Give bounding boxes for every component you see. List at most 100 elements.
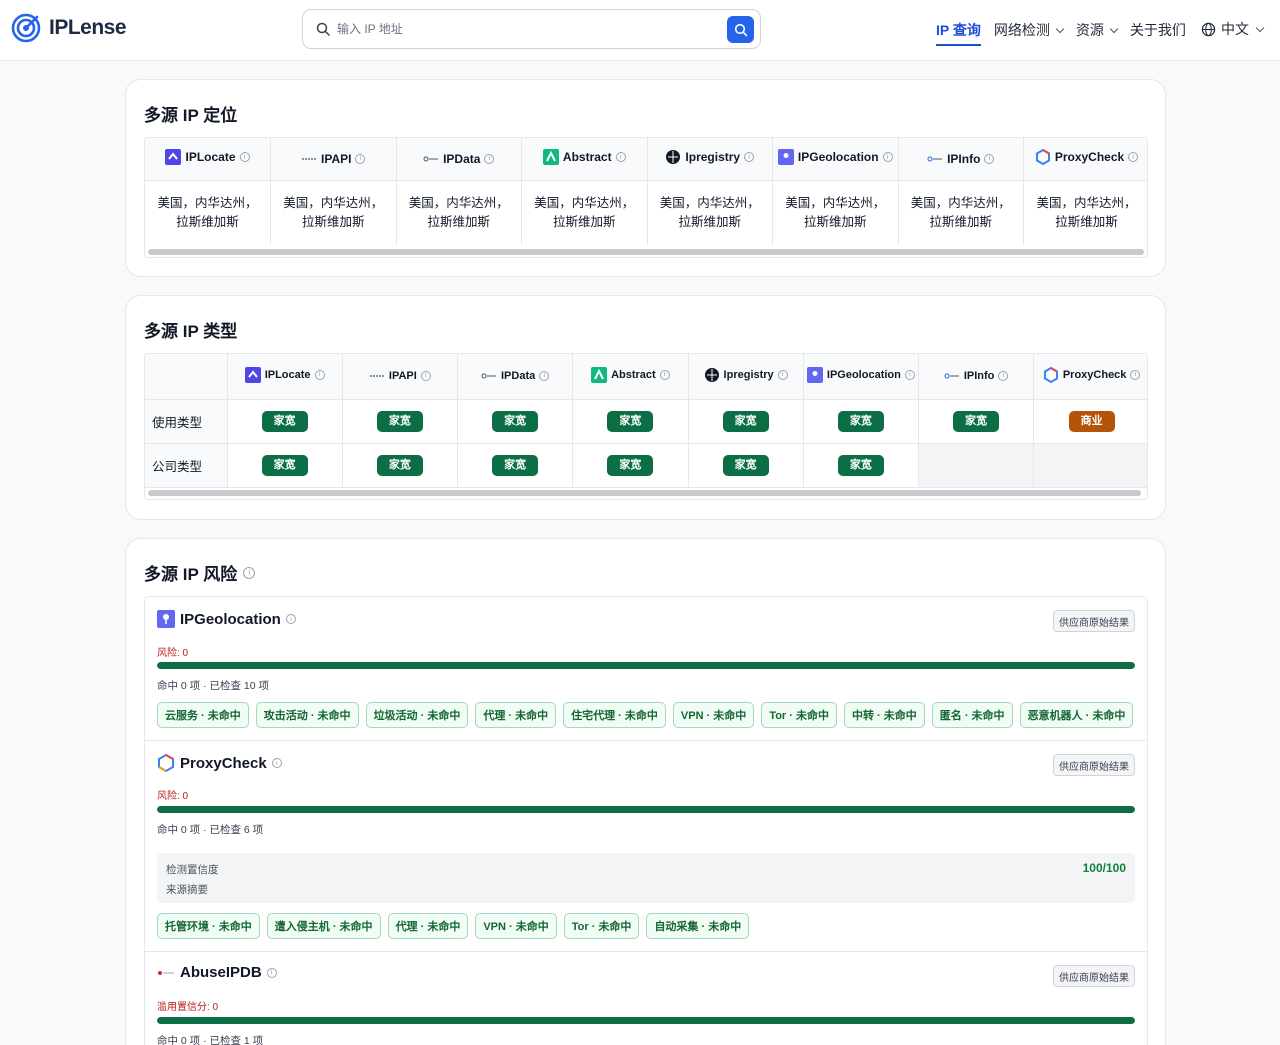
info-icon[interactable]: i (271, 758, 282, 768)
nav-resources[interactable]: 资源 (1076, 0, 1119, 60)
ipapi-logo-icon (301, 155, 317, 163)
nav-network-detection[interactable]: 网络检测 (994, 0, 1065, 60)
info-icon[interactable]: i (243, 566, 256, 579)
type-badge: 家宽 (376, 410, 423, 432)
nav-ip-lookup[interactable]: IP 查询 (936, 0, 981, 60)
abstract-logo-icon (542, 149, 559, 166)
check-chip: 托管环境 · 未命中 (157, 913, 260, 939)
provider-header: Ipregistry i (647, 138, 773, 181)
horizontal-scrollbar[interactable] (148, 490, 1141, 496)
provider-name: IPInfo (963, 369, 995, 382)
type-cell: 家宽 (227, 399, 343, 444)
location-cell: 美国，内华达州，拉斯维加斯 (772, 180, 899, 245)
type-cell: 家宽 (457, 399, 574, 444)
info-icon[interactable]: i (484, 153, 495, 164)
logo[interactable]: IPLense (11, 13, 127, 43)
language-switcher[interactable]: 中文 (1201, 19, 1265, 39)
type-badge: 家宽 (837, 454, 884, 476)
provider-label: Abstract i (591, 366, 670, 383)
risk-provider: AbuseIPDB i (157, 964, 277, 981)
type-cell: 家宽 (457, 443, 574, 488)
row-label: 使用类型 (145, 399, 228, 444)
info-icon[interactable]: i (744, 152, 755, 163)
type-cell: 家宽 (342, 443, 459, 488)
provider-name: ProxyCheck (180, 754, 267, 772)
provider-header: ProxyCheck i (1023, 138, 1147, 181)
info-icon[interactable]: i (239, 152, 250, 163)
section-title: 多源 IP 定位 (144, 106, 238, 125)
info-icon[interactable]: i (615, 152, 626, 163)
risk-bar (157, 662, 1135, 669)
info-icon[interactable]: i (882, 152, 893, 163)
info-icon[interactable]: i (777, 369, 788, 380)
type-badge: 家宽 (722, 454, 769, 476)
location-cell: 美国，内华达州，拉斯维加斯 (145, 180, 271, 245)
raw-results-button[interactable]: 供应商原始结果 (1053, 965, 1135, 987)
provider-header: IPAPI i (342, 354, 459, 400)
horizontal-scrollbar[interactable] (148, 249, 1144, 255)
risk-score: 风险: 0 (157, 791, 189, 802)
risk-bar (157, 1017, 1135, 1024)
type-badge: 家宽 (261, 410, 308, 432)
check-chip: 垃圾活动 · 未命中 (365, 702, 469, 728)
provider-label: IPInfo i (927, 152, 995, 166)
info-icon[interactable]: i (659, 369, 670, 380)
ipdata-logo-icon (423, 155, 439, 163)
provider-name: IPGeolocation (797, 150, 879, 165)
check-chip: 遭入侵主机 · 未命中 (266, 913, 381, 939)
nav-label: IP 查询 (936, 22, 981, 38)
check-chip: Tor · 未命中 (563, 913, 640, 939)
confidence-value: 100/100 (1082, 861, 1126, 875)
info-icon[interactable]: i (1128, 152, 1139, 163)
info-icon[interactable]: i (1130, 369, 1141, 380)
type-badge: 商业 (1068, 410, 1115, 432)
info-icon[interactable]: i (285, 614, 296, 624)
provider-header: IPData i (396, 138, 522, 181)
provider-name: Ipregistry (723, 368, 774, 381)
risk-item: ProxyCheck i 供应商原始结果 风险: 0 命中 0 项 · 已检查 … (145, 741, 1147, 952)
search-bar (302, 9, 761, 49)
nav-about-us[interactable]: 关于我们 (1130, 0, 1186, 60)
provider-label: Ipregistry i (704, 367, 788, 383)
info-icon[interactable]: i (314, 369, 325, 380)
risk-score: 滥用置信分: 0 (157, 1002, 219, 1013)
info-icon[interactable]: i (904, 369, 915, 380)
info-icon[interactable]: i (998, 370, 1009, 381)
provider-header: ProxyCheck i (1033, 354, 1147, 400)
risk-item: IPGeolocation i 供应商原始结果 风险: 0 命中 0 项 · 已… (145, 597, 1147, 741)
check-chip: 匿名 · 未命中 (931, 702, 1013, 728)
provider-header: IPInfo i (898, 138, 1024, 181)
provider-name: ProxyCheck (1054, 150, 1125, 165)
risk-item: AbuseIPDB i 供应商原始结果 滥用置信分: 0 命中 0 项 · 已检… (145, 952, 1147, 1045)
info-icon[interactable]: i (539, 370, 550, 381)
confidence-panel: 检测置信度 来源摘要 100/100 (157, 853, 1135, 903)
provider-name: AbuseIPDB (180, 964, 262, 981)
info-icon[interactable]: i (420, 370, 431, 381)
info-icon[interactable]: i (984, 153, 995, 164)
search-input[interactable] (337, 18, 717, 40)
info-icon[interactable]: i (266, 967, 277, 978)
provider-label: IPAPI i (301, 152, 366, 166)
risk-bar-fill (157, 662, 1135, 669)
provider-label: IPData i (423, 152, 495, 166)
raw-results-button[interactable]: 供应商原始结果 (1053, 754, 1135, 776)
type-cell: 家宽 (803, 399, 920, 444)
ipapi-logo-icon (369, 372, 385, 380)
type-cell: 家宽 (688, 443, 804, 488)
ipgeolocation-logo-icon (157, 610, 175, 628)
type-row: 使用类型 家宽 家宽 家宽 家宽 家宽 家宽 家宽 商业 (145, 399, 1147, 444)
provider-header: IPAPI i (270, 138, 397, 181)
provider-header: IPData i (457, 354, 574, 400)
check-chip: 恶意机器人 · 未命中 (1019, 702, 1134, 728)
section-title: 多源 IP 风险 (144, 565, 238, 584)
search-button[interactable] (727, 16, 754, 43)
raw-results-button[interactable]: 供应商原始结果 (1053, 610, 1135, 632)
provider-name: Abstract (562, 150, 612, 165)
check-chip: 中转 · 未命中 (844, 702, 925, 728)
check-chip: 攻击活动 · 未命中 (255, 702, 359, 728)
provider-name: Ipregistry (685, 150, 741, 165)
risk-provider: IPGeolocation i (157, 610, 296, 628)
provider-name: IPGeolocation (826, 368, 901, 381)
info-icon[interactable]: i (355, 153, 366, 164)
chevron-down-icon (1109, 24, 1119, 33)
